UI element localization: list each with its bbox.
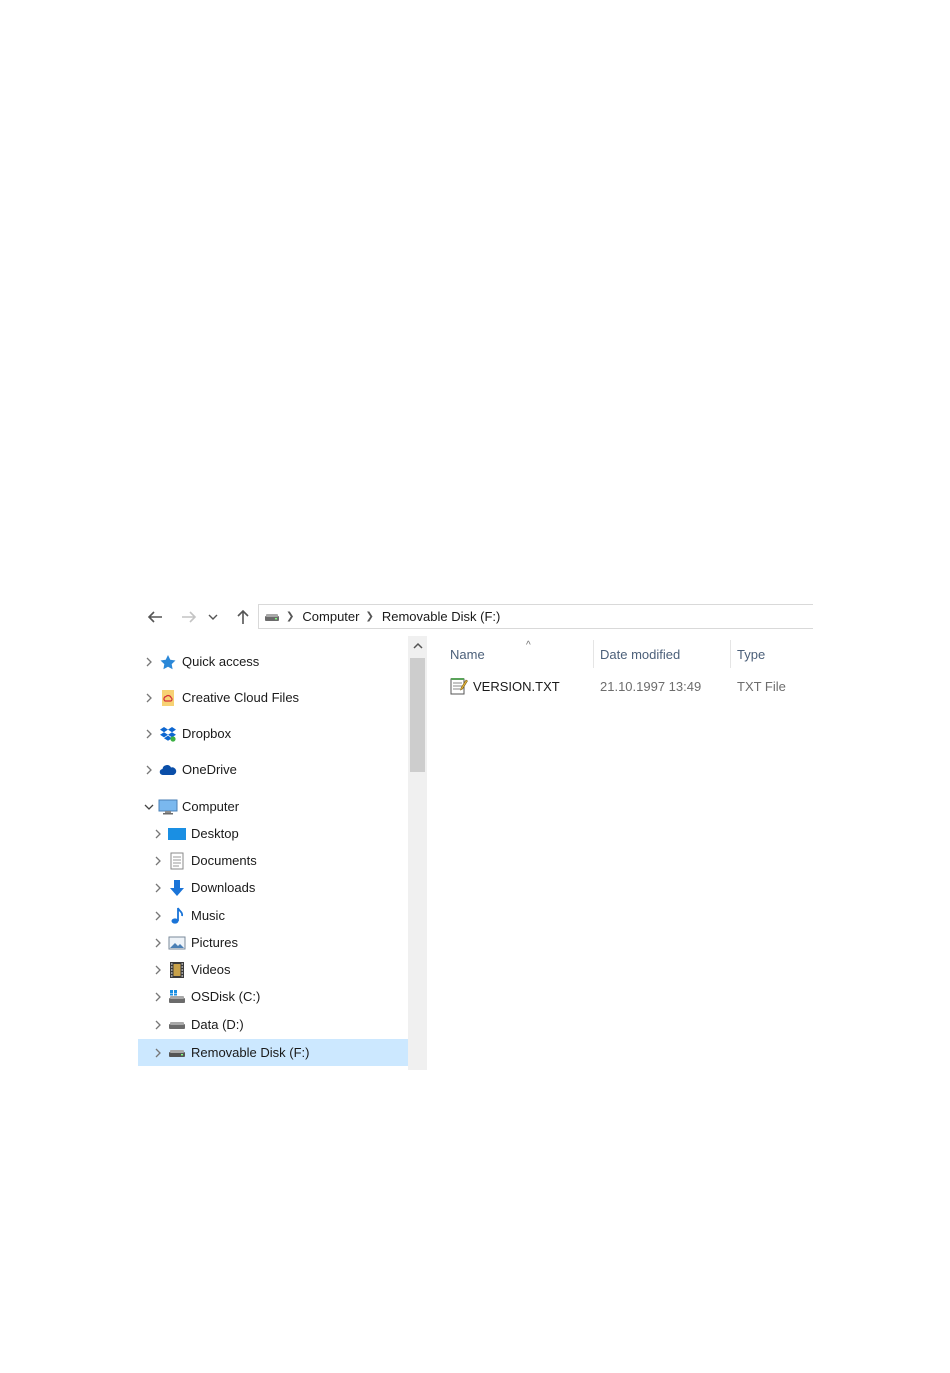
drive-icon xyxy=(167,1016,187,1034)
file-list-pane: Name ^ Date modified Type VERSION.TXT 21… xyxy=(438,636,814,1070)
nav-item-music[interactable]: Music xyxy=(138,902,408,929)
recent-locations-button[interactable] xyxy=(206,606,220,628)
chevron-down-icon xyxy=(208,614,218,620)
nav-item-removable-disk-f[interactable]: Removable Disk (F:) xyxy=(138,1039,408,1066)
nav-item-label: Documents xyxy=(191,853,257,868)
nav-item-label: Quick access xyxy=(182,654,260,669)
expand-chevron-icon[interactable] xyxy=(140,653,158,671)
nav-item-documents[interactable]: Documents xyxy=(138,847,408,874)
expand-chevron-icon[interactable] xyxy=(149,879,167,897)
breadcrumb-computer[interactable]: Computer xyxy=(302,609,359,624)
creative-cloud-folder-icon xyxy=(158,689,178,707)
expand-chevron-icon[interactable] xyxy=(149,1044,167,1062)
column-header-label: Name xyxy=(450,646,485,662)
dropbox-icon xyxy=(158,725,178,743)
file-explorer-window: ❯ Computer ❯ Removable Disk (F:) Quick a… xyxy=(138,600,814,1070)
column-header-type[interactable]: Type xyxy=(737,640,807,668)
text-file-icon xyxy=(450,677,468,695)
nav-item-label: Downloads xyxy=(191,880,256,895)
nav-item-data-d[interactable]: Data (D:) xyxy=(138,1011,408,1038)
column-header-label: Date modified xyxy=(600,646,681,662)
file-date-modified: 21.10.1997 13:49 xyxy=(600,678,702,694)
column-divider[interactable] xyxy=(730,640,731,668)
nav-item-label: Music xyxy=(191,908,225,923)
expand-chevron-icon[interactable] xyxy=(140,761,158,779)
breadcrumb-separator-icon: ❯ xyxy=(286,611,295,622)
breadcrumb-separator-icon: ❯ xyxy=(365,611,374,622)
downloads-arrow-icon xyxy=(167,879,187,897)
expand-chevron-icon[interactable] xyxy=(149,988,167,1006)
scroll-thumb[interactable] xyxy=(410,658,425,772)
pictures-icon xyxy=(167,934,187,952)
column-header-date-modified[interactable]: Date modified xyxy=(600,640,725,668)
chevron-up-icon xyxy=(412,642,423,649)
nav-item-label: Dropbox xyxy=(182,726,232,741)
address-bar[interactable]: ❯ Computer ❯ Removable Disk (F:) xyxy=(258,604,813,629)
file-name: VERSION.TXT xyxy=(473,678,560,694)
expand-chevron-icon[interactable] xyxy=(140,689,158,707)
nav-item-videos[interactable]: Videos xyxy=(138,956,408,983)
expand-chevron-icon[interactable] xyxy=(149,907,167,925)
column-divider[interactable] xyxy=(593,640,594,668)
music-note-icon xyxy=(167,907,187,925)
expand-chevron-icon[interactable] xyxy=(149,825,167,843)
nav-item-label: Desktop xyxy=(191,826,239,841)
nav-item-label: OSDisk (C:) xyxy=(191,989,261,1004)
file-type: TXT File xyxy=(737,678,786,694)
expand-chevron-icon[interactable] xyxy=(149,1016,167,1034)
drive-icon xyxy=(264,611,280,623)
nav-item-label: Pictures xyxy=(191,935,238,950)
up-arrow-icon xyxy=(237,609,249,624)
back-button[interactable] xyxy=(144,606,166,628)
removable-drive-icon xyxy=(167,1044,187,1062)
nav-item-downloads[interactable]: Downloads xyxy=(138,874,408,901)
nav-item-onedrive[interactable]: OneDrive xyxy=(138,756,408,783)
expand-chevron-icon[interactable] xyxy=(140,725,158,743)
navigation-pane: Quick access Creative Cloud Files Dropbo… xyxy=(138,636,428,1070)
nav-pane-scrollbar[interactable] xyxy=(408,636,427,1070)
nav-item-label: Data (D:) xyxy=(191,1017,244,1032)
navigation-toolbar: ❯ Computer ❯ Removable Disk (F:) xyxy=(138,600,814,634)
scroll-up-button[interactable] xyxy=(408,636,427,655)
nav-item-computer[interactable]: Computer xyxy=(138,793,408,820)
file-row[interactable]: VERSION.TXT 21.10.1997 13:49 TXT File xyxy=(448,674,814,698)
desktop-icon xyxy=(167,825,187,843)
expand-chevron-icon[interactable] xyxy=(149,934,167,952)
expand-chevron-icon[interactable] xyxy=(149,961,167,979)
nav-item-quick-access[interactable]: Quick access xyxy=(138,648,408,675)
computer-monitor-icon xyxy=(158,798,178,816)
column-header-label: Type xyxy=(737,646,766,662)
nav-item-pictures[interactable]: Pictures xyxy=(138,929,408,956)
nav-item-osdisk-c[interactable]: OSDisk (C:) xyxy=(138,983,408,1010)
nav-item-label: OneDrive xyxy=(182,762,237,777)
breadcrumb-removable-disk[interactable]: Removable Disk (F:) xyxy=(382,609,500,624)
sort-ascending-icon: ^ xyxy=(526,640,531,651)
up-button[interactable] xyxy=(232,606,254,628)
documents-icon xyxy=(167,852,187,870)
quick-access-star-icon xyxy=(158,653,178,671)
expand-chevron-icon[interactable] xyxy=(149,852,167,870)
nav-item-label: Removable Disk (F:) xyxy=(191,1045,310,1060)
nav-item-desktop[interactable]: Desktop xyxy=(138,820,408,847)
back-arrow-icon xyxy=(147,611,162,623)
forward-arrow-icon xyxy=(182,611,197,623)
nav-item-label: Videos xyxy=(191,962,231,977)
nav-item-creative-cloud-files[interactable]: Creative Cloud Files xyxy=(138,684,408,711)
nav-item-label: Computer xyxy=(182,799,240,814)
file-name-cell: VERSION.TXT xyxy=(450,674,600,698)
nav-item-dropbox[interactable]: Dropbox xyxy=(138,720,408,747)
collapse-chevron-icon[interactable] xyxy=(140,798,158,816)
videos-filmstrip-icon xyxy=(167,961,187,979)
nav-item-label: Creative Cloud Files xyxy=(182,690,300,705)
column-header-name[interactable]: Name ^ xyxy=(450,640,590,668)
forward-button[interactable] xyxy=(178,606,200,628)
onedrive-cloud-icon xyxy=(158,761,178,779)
os-drive-icon xyxy=(167,988,187,1006)
